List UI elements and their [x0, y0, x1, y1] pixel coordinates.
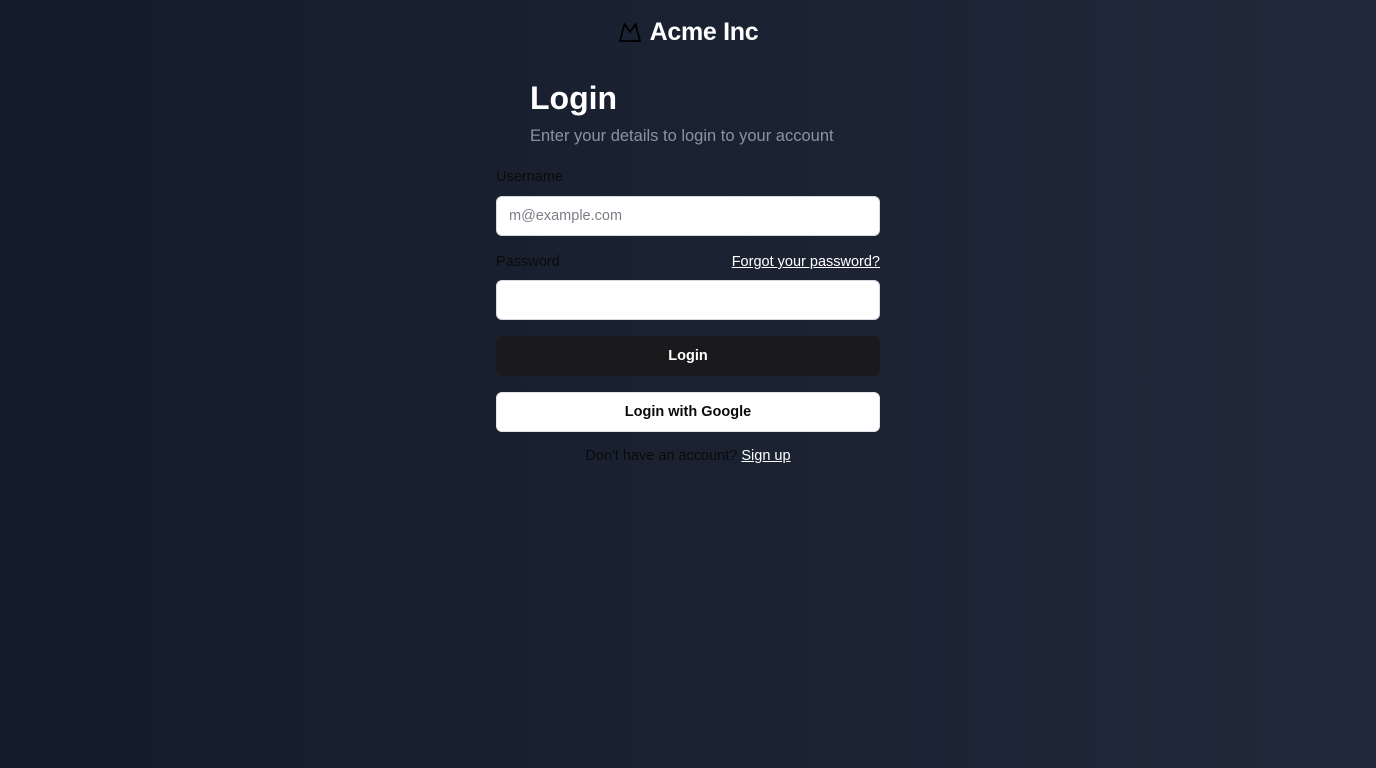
login-button[interactable]: Login — [496, 336, 880, 376]
signup-row: Don't have an account? Sign up — [496, 448, 880, 464]
login-with-google-button[interactable]: Login with Google — [496, 392, 880, 432]
login-form: Username Password Forgot your password? … — [496, 166, 880, 464]
username-label-row: Username — [496, 166, 880, 188]
login-header: Login Enter your details to login to you… — [530, 78, 834, 147]
signup-link[interactable]: Sign up — [741, 448, 790, 464]
mountain-icon — [618, 21, 642, 43]
password-label-row: Password Forgot your password? — [496, 251, 880, 273]
forgot-password-link[interactable]: Forgot your password? — [732, 254, 880, 270]
username-input[interactable] — [496, 196, 880, 236]
signup-prompt: Don't have an account? — [585, 448, 738, 464]
brand-name: Acme Inc — [649, 17, 759, 46]
password-input[interactable] — [496, 280, 880, 320]
page-title: Login — [530, 80, 618, 116]
username-label: Username — [496, 169, 563, 185]
password-label: Password — [496, 254, 560, 270]
brand: Acme Inc — [0, 16, 1376, 48]
page-subtitle: Enter your details to login to your acco… — [530, 127, 834, 145]
